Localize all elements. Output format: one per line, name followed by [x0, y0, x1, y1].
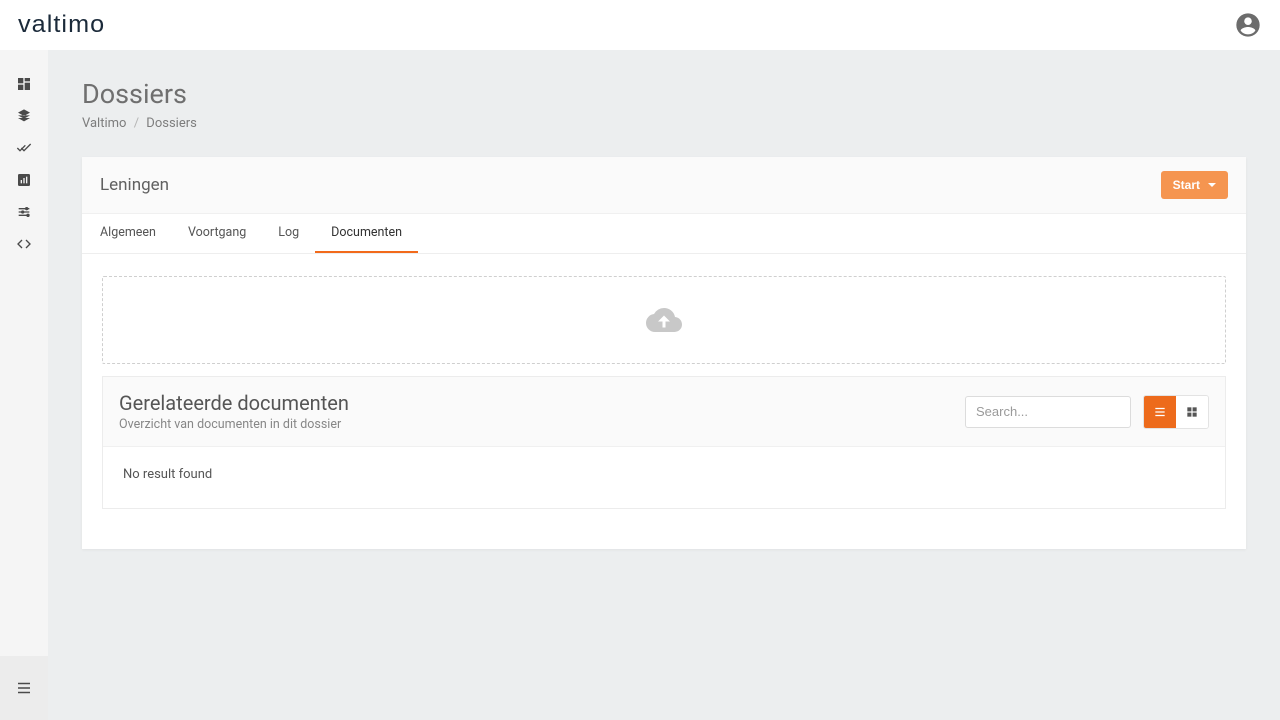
- file-dropzone[interactable]: [102, 276, 1226, 364]
- documents-title: Gerelateerde documenten: [119, 391, 349, 415]
- documents-empty-message: No result found: [123, 467, 212, 482]
- sidebar-collapse-button[interactable]: [0, 656, 48, 720]
- view-grid-button[interactable]: [1176, 396, 1208, 428]
- hamburger-menu-icon: [15, 679, 33, 697]
- tab-voortgang[interactable]: Voortgang: [172, 214, 262, 253]
- sidebar: [0, 50, 48, 720]
- documents-subtitle: Overzicht van documenten in dit dossier: [119, 417, 349, 432]
- user-circle-icon: [1234, 11, 1262, 39]
- start-button[interactable]: Start: [1161, 171, 1228, 199]
- dossier-tabs: Algemeen Voortgang Log Documenten: [82, 214, 1246, 254]
- list-view-icon: [1153, 405, 1167, 419]
- start-button-label: Start: [1173, 178, 1200, 192]
- documents-toolbar: [965, 395, 1209, 429]
- sidebar-item-developer[interactable]: [0, 228, 48, 260]
- dossier-panel: Leningen Start Algemeen Voortgang Log Do…: [82, 157, 1246, 549]
- tab-body-documenten: Gerelateerde documenten Overzicht van do…: [82, 254, 1246, 549]
- double-check-icon: [16, 140, 32, 156]
- top-bar: valtimo: [0, 0, 1280, 50]
- breadcrumb-separator: /: [134, 116, 139, 131]
- sidebar-item-layers[interactable]: [0, 100, 48, 132]
- bar-chart-icon: [16, 172, 32, 188]
- sidebar-items: [0, 50, 48, 656]
- documents-card: Gerelateerde documenten Overzicht van do…: [102, 376, 1226, 509]
- view-toggle: [1143, 395, 1209, 429]
- layers-icon: [16, 108, 32, 124]
- cloud-upload-icon: [640, 302, 688, 338]
- chevron-down-icon: [1208, 183, 1216, 187]
- tab-log[interactable]: Log: [262, 214, 315, 253]
- sliders-icon: [16, 204, 32, 220]
- dashboard-icon: [16, 76, 32, 92]
- main-content: Dossiers Valtimo / Dossiers Leningen Sta…: [48, 50, 1280, 720]
- page-title: Dossiers: [82, 78, 1246, 110]
- breadcrumb-current: Dossiers: [146, 116, 197, 131]
- documents-body: No result found: [103, 447, 1225, 508]
- breadcrumb: Valtimo / Dossiers: [82, 116, 1246, 131]
- code-icon: [16, 236, 32, 252]
- breadcrumb-root[interactable]: Valtimo: [82, 116, 126, 131]
- dossier-name: Leningen: [100, 175, 169, 195]
- grid-view-icon: [1185, 405, 1199, 419]
- sidebar-item-tasks[interactable]: [0, 132, 48, 164]
- tab-algemeen[interactable]: Algemeen: [84, 214, 172, 253]
- sidebar-item-analytics[interactable]: [0, 164, 48, 196]
- tab-documenten[interactable]: Documenten: [315, 214, 418, 253]
- search-input[interactable]: [965, 396, 1131, 428]
- dossier-panel-header: Leningen Start: [82, 157, 1246, 214]
- documents-title-block: Gerelateerde documenten Overzicht van do…: [119, 391, 349, 432]
- user-avatar-button[interactable]: [1234, 11, 1262, 39]
- brand-logo: valtimo: [18, 11, 105, 39]
- sidebar-item-dashboard[interactable]: [0, 68, 48, 100]
- view-list-button[interactable]: [1144, 396, 1176, 428]
- documents-card-header: Gerelateerde documenten Overzicht van do…: [103, 377, 1225, 447]
- sidebar-item-settings[interactable]: [0, 196, 48, 228]
